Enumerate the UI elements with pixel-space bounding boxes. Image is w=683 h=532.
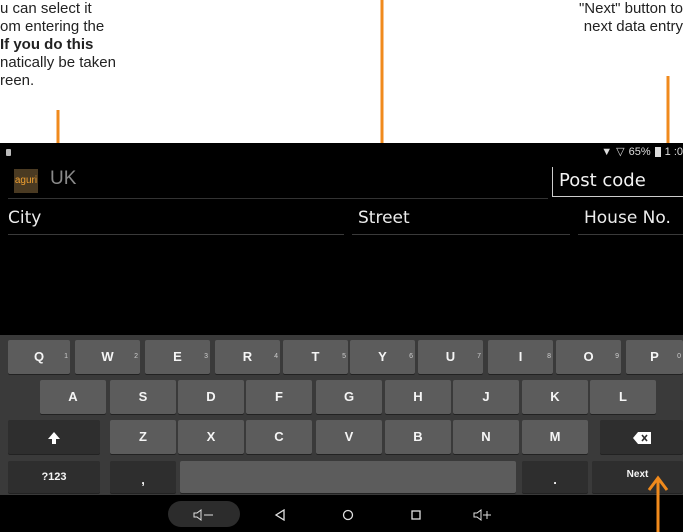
battery-icon — [654, 146, 661, 157]
key-g[interactable]: G — [316, 380, 382, 414]
annotation-right-line-2: next data entry — [583, 18, 683, 35]
annotation-left-line-5: reen. — [0, 72, 35, 89]
country-input[interactable]: UK — [50, 168, 76, 190]
clock: 1 :0 — [664, 145, 683, 158]
key-n[interactable]: N — [453, 420, 519, 454]
recents-icon — [411, 509, 421, 520]
key-d[interactable]: D — [178, 380, 244, 414]
annotation-left-line-2: om entering the — [0, 18, 105, 35]
key-v[interactable]: V — [316, 420, 382, 454]
status-bar: ▼ ▽ 65% 1 :0 — [0, 143, 683, 163]
backspace-key[interactable] — [600, 420, 683, 454]
shift-icon — [48, 431, 60, 444]
key-z[interactable]: Z — [110, 420, 176, 454]
on-screen-keyboard: Q1 W2 E3 R4 T5 Y6 U7 I8 O9 P0 A S D F G … — [0, 335, 683, 495]
notification-icon — [6, 149, 11, 156]
key-r[interactable]: R4 — [215, 340, 280, 374]
key-h[interactable]: H — [385, 380, 451, 414]
key-k[interactable]: K — [522, 380, 588, 414]
volume-up-button[interactable] — [468, 501, 498, 527]
key-y[interactable]: Y6 — [350, 340, 415, 374]
period-key[interactable]: . — [522, 461, 588, 493]
key-u[interactable]: U7 — [418, 340, 483, 374]
key-o[interactable]: O9 — [556, 340, 621, 374]
key-j[interactable]: J — [453, 380, 519, 414]
arrow-next-annotation — [647, 475, 669, 532]
annotation-right-text: "Next" button to next data entry — [505, 0, 683, 36]
annotation-right-line-1: "Next" button to — [578, 0, 683, 17]
home-button[interactable] — [336, 501, 360, 527]
symbols-key[interactable]: ?123 — [8, 461, 100, 493]
shift-key[interactable] — [8, 420, 100, 454]
key-t[interactable]: T5 — [283, 340, 348, 374]
key-b[interactable]: B — [385, 420, 451, 454]
status-indicators: ▼ ▽ 65% 1 :0 — [601, 145, 683, 159]
key-i[interactable]: I8 — [488, 340, 553, 374]
back-button[interactable] — [268, 501, 292, 527]
key-x[interactable]: X — [178, 420, 244, 454]
battery-percent: 65% — [628, 145, 651, 158]
annotation-left-line-3: If you do this — [0, 36, 94, 53]
wifi-icon: ▽ — [616, 146, 625, 158]
app-logo: aguri — [14, 169, 38, 193]
key-l[interactable]: L — [590, 380, 656, 414]
spacebar[interactable] — [180, 461, 516, 493]
key-s[interactable]: S — [110, 380, 176, 414]
city-input[interactable]: City — [8, 203, 344, 235]
back-icon — [274, 508, 285, 521]
postcode-input[interactable]: Post code — [552, 167, 683, 197]
key-p[interactable]: P0 — [626, 340, 683, 374]
key-e[interactable]: E3 — [145, 340, 210, 374]
annotation-left-text: u can select it om entering the If you d… — [0, 0, 170, 90]
volume-up-icon — [473, 508, 491, 521]
key-c[interactable]: C — [246, 420, 312, 454]
device-screen: ▼ ▽ 65% 1 :0 aguri UK Post code City Str… — [0, 143, 683, 532]
home-icon — [342, 509, 354, 520]
annotation-left-line-1: u can select it — [0, 0, 92, 17]
key-a[interactable]: A — [40, 380, 106, 414]
volume-down-icon — [193, 508, 213, 521]
system-nav-bar — [0, 495, 683, 532]
house-number-input[interactable]: House No. — [578, 203, 683, 235]
address-divider — [8, 198, 548, 199]
key-f[interactable]: F — [246, 380, 312, 414]
location-icon: ▼ — [601, 145, 613, 158]
annotation-left-line-4: natically be taken — [0, 54, 116, 71]
volume-down-button[interactable] — [168, 501, 240, 527]
key-m[interactable]: M — [522, 420, 588, 454]
backspace-icon — [632, 431, 651, 444]
recents-button[interactable] — [404, 501, 428, 527]
street-input[interactable]: Street — [352, 203, 570, 235]
key-w[interactable]: W2 — [75, 340, 140, 374]
key-q[interactable]: Q1 — [8, 340, 70, 374]
comma-key[interactable]: , — [110, 461, 176, 493]
